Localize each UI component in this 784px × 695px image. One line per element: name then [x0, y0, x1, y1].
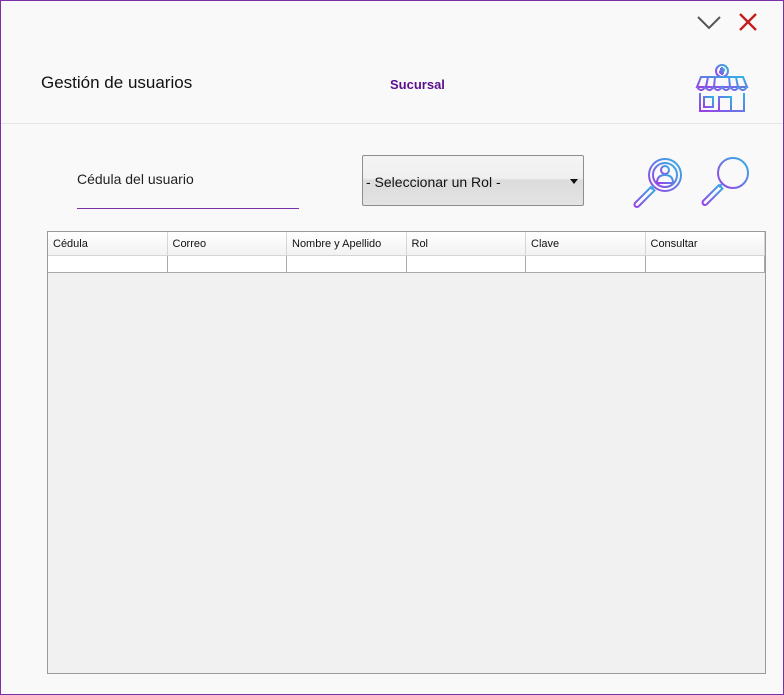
search-icon — [701, 157, 749, 206]
role-select-value: - Seleccionar un Rol - — [366, 174, 501, 190]
minimize-button[interactable] — [697, 11, 721, 33]
table-cell[interactable] — [48, 256, 168, 272]
chevron-down-icon — [697, 16, 721, 30]
search-button[interactable] — [699, 155, 753, 209]
table-row[interactable] — [48, 256, 765, 273]
table-cell[interactable] — [646, 256, 765, 272]
cedula-input[interactable] — [77, 187, 299, 209]
close-button[interactable] — [737, 11, 761, 33]
page-title: Gestión de usuarios — [41, 73, 193, 92]
table-cell[interactable] — [526, 256, 646, 272]
column-header-correo[interactable]: Correo — [168, 232, 287, 255]
search-user-icon — [633, 158, 682, 208]
user-management-window: Gestión de usuarios Sucursal Cédula del … — [0, 0, 784, 695]
column-header-nombre[interactable]: Nombre y Apellido — [287, 232, 407, 255]
table-header: Cédula Correo Nombre y Apellido Rol Clav… — [48, 232, 765, 256]
role-select[interactable]: - Seleccionar un Rol - — [362, 155, 584, 206]
cedula-label: Cédula del usuario — [77, 171, 194, 187]
users-table[interactable]: Cédula Correo Nombre y Apellido Rol Clav… — [47, 231, 766, 674]
store-icon — [695, 64, 749, 112]
table-cell[interactable] — [168, 256, 287, 272]
table-cell[interactable] — [287, 256, 407, 272]
branch-label: Sucursal — [390, 77, 445, 92]
column-header-consultar[interactable]: Consultar — [646, 232, 765, 255]
search-user-button[interactable] — [631, 155, 687, 209]
column-header-clave[interactable]: Clave — [526, 232, 646, 255]
dropdown-arrow-icon — [570, 179, 578, 184]
column-header-cedula[interactable]: Cédula — [48, 232, 168, 255]
column-header-rol[interactable]: Rol — [407, 232, 526, 255]
header: Gestión de usuarios Sucursal — [1, 1, 783, 124]
close-icon — [739, 13, 757, 31]
table-cell[interactable] — [407, 256, 526, 272]
